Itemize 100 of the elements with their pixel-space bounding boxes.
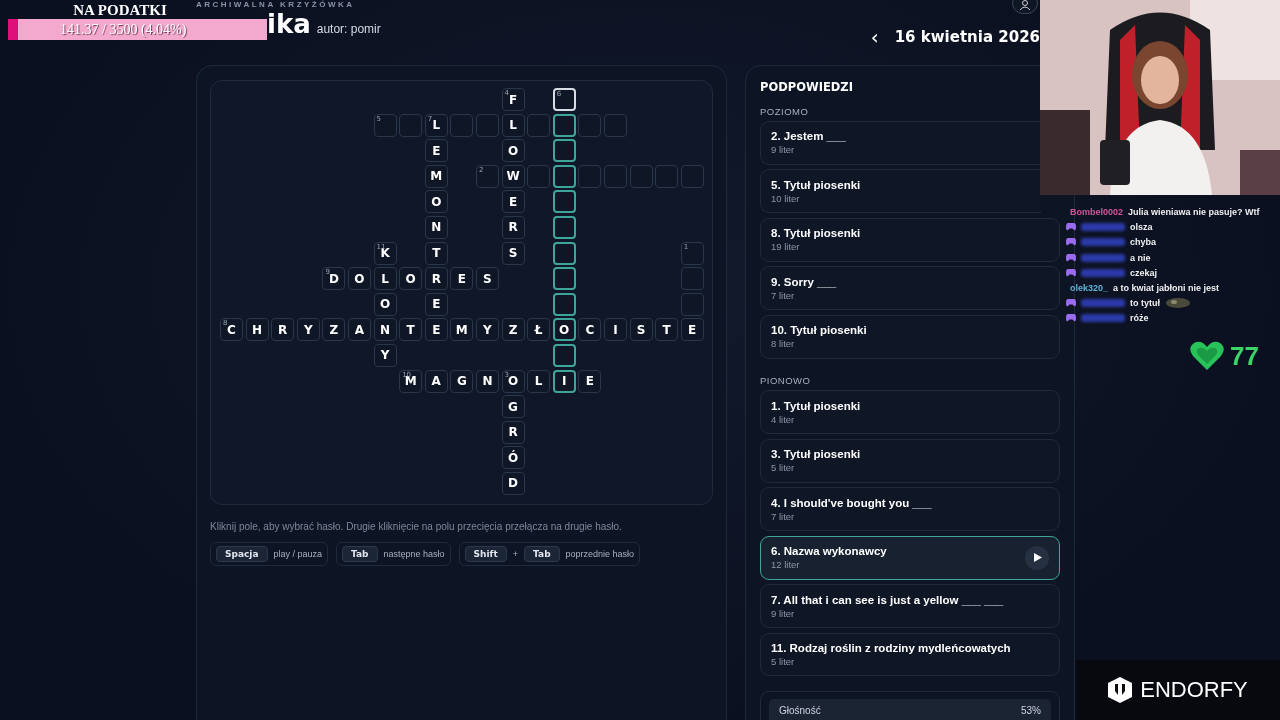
crossword-cell[interactable] [680, 267, 704, 291]
author-label: autor: pomir [316, 22, 381, 36]
crossword-cell[interactable] [552, 267, 576, 291]
crossword-cell[interactable] [578, 164, 602, 188]
crossword-cell[interactable]: Y [373, 343, 397, 367]
chat-username: olek320_ [1070, 282, 1109, 293]
crossword-cell[interactable] [655, 164, 679, 188]
shortcut-chip: Shift + Tab poprzednie hasło [458, 542, 641, 566]
crossword-cell[interactable]: E [424, 292, 448, 316]
clue-item[interactable]: 2. Jestem ___ 9 liter [760, 121, 1041, 165]
shield-logo-icon [1108, 677, 1133, 703]
crossword-cell[interactable]: E [450, 267, 474, 291]
crossword-cell[interactable]: L [527, 369, 551, 393]
crossword-cell[interactable]: S [501, 241, 525, 265]
crossword-cell[interactable]: A [424, 369, 448, 393]
previous-day-button[interactable]: ‹ [864, 27, 885, 47]
crossword-cell[interactable]: G [501, 395, 525, 419]
crossword-cell[interactable]: G [450, 369, 474, 393]
crossword-cell[interactable]: R [501, 215, 525, 239]
crossword-cell[interactable] [527, 113, 551, 137]
crossword-cell[interactable]: N [373, 318, 397, 342]
key-cap: Tab [524, 546, 560, 562]
crossword-cell[interactable]: S [475, 267, 499, 291]
crossword-cell[interactable]: Ł [527, 318, 551, 342]
crossword-cell[interactable]: Y [296, 318, 320, 342]
crossword-cell[interactable]: O [424, 190, 448, 214]
crossword-cell[interactable]: E [680, 318, 704, 342]
clue-item[interactable]: 4. I should've bought you ___ 7 liter [760, 487, 1060, 532]
crossword-cell[interactable] [552, 190, 576, 214]
crossword-cell[interactable]: D [501, 471, 525, 495]
clue-item[interactable]: 5. Tytuł piosenki 10 liter [760, 169, 1041, 214]
crossword-cell[interactable]: R [501, 420, 525, 444]
crossword-cell[interactable]: O [347, 267, 371, 291]
clue-item[interactable]: 8. Tytuł piosenki 19 liter [760, 217, 1060, 262]
crossword-cell[interactable]: E [501, 190, 525, 214]
page-kicker: ARCHIWALNA KRZYŻÓWKA [196, 0, 356, 9]
crossword-cell[interactable]: W [501, 164, 525, 188]
crossword-cell[interactable]: T [424, 241, 448, 265]
crossword-cell[interactable]: O [373, 292, 397, 316]
crossword-cell[interactable]: R [424, 267, 448, 291]
shortcut-chip: Spacja play / pauza [210, 542, 329, 566]
crossword-cell[interactable]: M [450, 318, 474, 342]
crossword-cell[interactable]: E [424, 139, 448, 163]
crossword-cell[interactable]: L [501, 113, 525, 137]
crossword-cell[interactable] [450, 113, 474, 137]
clue-item[interactable]: 7. All that i can see is just a yellow ___ ___ 9 liter [760, 584, 1060, 629]
clue-item[interactable]: 1. Tytuł piosenki 4 liter [760, 390, 1060, 435]
crossword-cell[interactable] [578, 113, 602, 137]
clue-item[interactable]: 6. Nazwa wykonawcy 12 liter [760, 535, 1060, 580]
key-cap: Spacja [216, 546, 268, 562]
crossword-cell[interactable] [603, 164, 627, 188]
crossword-cell[interactable]: Z [501, 318, 525, 342]
date-label: 16 kwietnia 2026 [894, 28, 1040, 46]
crossword-cell[interactable]: E [578, 369, 602, 393]
crossword-cell[interactable]: T [399, 318, 423, 342]
crossword-cell[interactable] [552, 113, 576, 137]
crossword-cell[interactable] [552, 139, 576, 163]
clue-item[interactable]: 3. Tytuł piosenki 5 liter [760, 438, 1060, 483]
crossword-cell[interactable]: H [245, 318, 269, 342]
blurred-username [1081, 223, 1125, 232]
chat-username: Bombel0002 [1070, 207, 1124, 217]
crossword-cell[interactable] [552, 241, 576, 265]
crossword-cell[interactable] [552, 343, 576, 367]
crossword-cell[interactable]: C [578, 318, 602, 342]
chat-message: a nie [1130, 252, 1151, 263]
crossword-cell[interactable] [552, 292, 576, 316]
crossword-cell[interactable]: L [373, 267, 397, 291]
crossword-cell[interactable]: E [424, 318, 448, 342]
play-icon[interactable] [1025, 545, 1049, 570]
crossword-cell[interactable]: M [424, 164, 448, 188]
clue-item[interactable]: 9. Sorry ___ 7 liter [760, 266, 1060, 311]
crossword-cell[interactable]: N [424, 215, 448, 239]
crossword-cell[interactable]: O [501, 139, 525, 163]
clue-item[interactable]: 10. Tytuł piosenki 8 liter [760, 314, 1060, 359]
crossword-cell[interactable] [399, 113, 423, 137]
crossword-cell[interactable]: N [475, 369, 499, 393]
emote-icon [1165, 297, 1191, 310]
crossword-cell[interactable]: T [655, 318, 679, 342]
crossword-cell[interactable]: I [603, 318, 627, 342]
crossword-cell[interactable]: A [347, 318, 371, 342]
clue-item[interactable]: 11. Rodzaj roślin z rodziny mydleńcowatych 5 liter [760, 632, 1060, 677]
crossword-cell[interactable] [680, 292, 704, 316]
crossword-cell[interactable] [475, 113, 499, 137]
crossword-cell[interactable]: O [399, 267, 423, 291]
crossword-cell[interactable]: Z [322, 318, 346, 342]
crossword-cell[interactable] [603, 113, 627, 137]
crossword-cell[interactable]: S [629, 318, 653, 342]
chat-message: Julia wieniawa nie pasuje? Wtf [1128, 207, 1260, 217]
crossword-cell[interactable]: Y [475, 318, 499, 342]
crossword-cell[interactable] [527, 164, 551, 188]
crossword-cell[interactable]: Ó [501, 446, 525, 470]
key-cap: Shift [464, 546, 507, 562]
donation-reading: 141.37 / 3500 (4.04%) [60, 21, 187, 38]
crossword-cell[interactable] [552, 164, 576, 188]
crossword-cell[interactable]: I [552, 369, 576, 393]
crossword-cell[interactable]: R [271, 318, 295, 342]
crossword-cell[interactable]: O [552, 318, 576, 342]
crossword-cell[interactable] [552, 215, 576, 239]
crossword-cell[interactable] [680, 164, 704, 188]
crossword-cell[interactable] [629, 164, 653, 188]
